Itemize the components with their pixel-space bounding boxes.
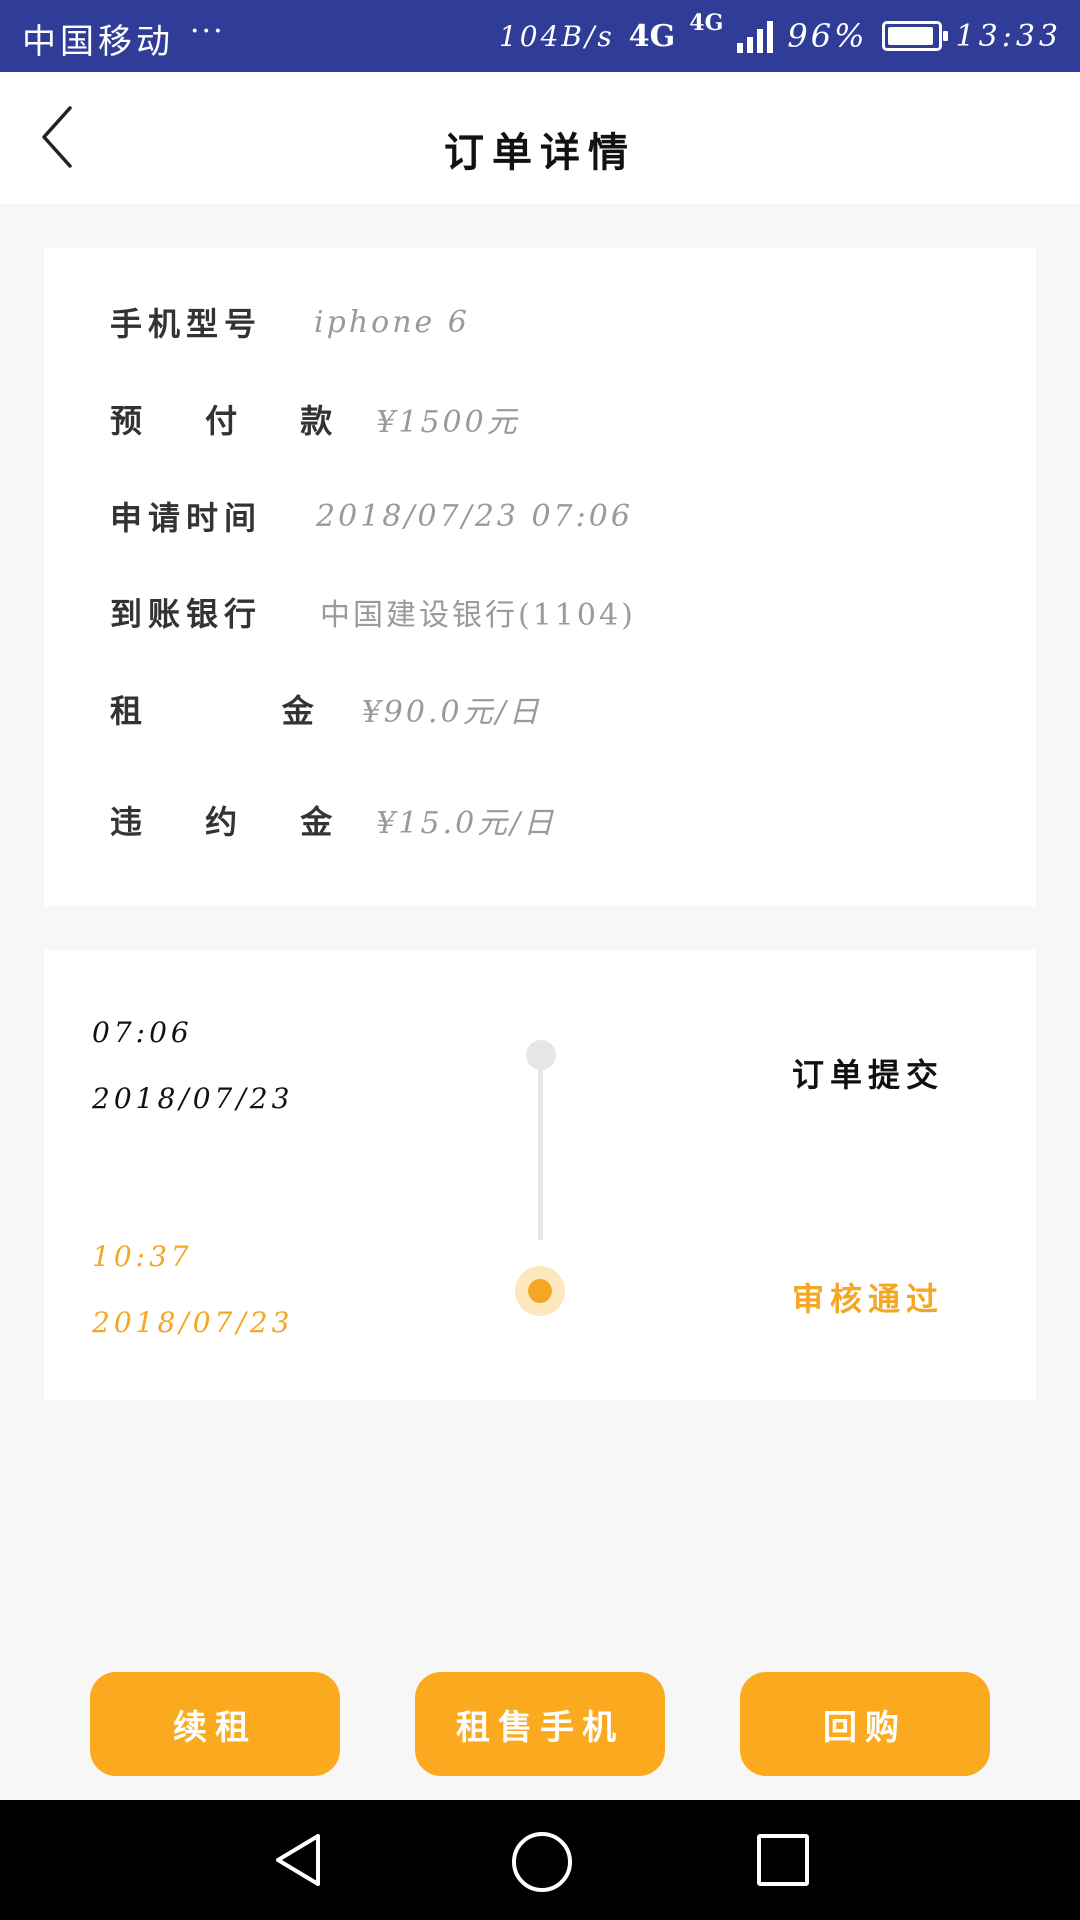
sell-phone-button[interactable]: 租售手机 — [415, 1672, 665, 1776]
info-row-rent: 租 金 ¥90.0元/日 — [110, 685, 542, 733]
status-clock: 13:33 — [955, 18, 1062, 54]
carrier-name: 中国移动 — [22, 22, 174, 62]
info-value: iphone 6 — [314, 304, 470, 340]
system-nav-bar — [0, 1800, 1080, 1920]
net-speed: 104B/s — [498, 19, 615, 53]
timeline-dot-core — [528, 1279, 552, 1303]
notification-dots: ··· — [190, 14, 225, 49]
circle-home-icon[interactable] — [512, 1832, 572, 1892]
timeline-line — [538, 1054, 543, 1240]
battery-icon — [881, 21, 948, 51]
battery-fill — [887, 27, 934, 45]
triangle-back-icon[interactable] — [270, 1830, 330, 1890]
info-row-prepayment: 预 付 款 ¥1500元 — [110, 395, 520, 443]
network-type-secondary: 4G — [689, 10, 724, 36]
info-label: 违 约 金 — [110, 803, 359, 841]
info-label: 到账银行 — [110, 595, 263, 633]
square-recent-icon[interactable] — [757, 1834, 809, 1886]
info-value: 中国建设银行(1104) — [320, 598, 636, 633]
info-row-bank: 到账银行 中国建设银行(1104) — [110, 588, 636, 636]
info-value: ¥1500元 — [376, 405, 520, 440]
status-bar: 中国移动 ··· 104B/s 4G 4G 96% 13:33 — [0, 0, 1080, 72]
timeline-time: 10:37 — [92, 1240, 193, 1273]
network-type: 4G — [628, 18, 676, 54]
timeline-status: 订单提交 — [791, 1056, 944, 1094]
info-value: ¥15.0元/日 — [376, 806, 557, 841]
info-label: 申请时间 — [110, 499, 263, 537]
status-right: 104B/s 4G 4G 96% 13:33 — [499, 0, 1062, 72]
info-value: ¥90.0元/日 — [361, 695, 542, 730]
renew-button[interactable]: 续租 — [90, 1672, 340, 1776]
app-header: 订单详情 — [0, 72, 1080, 204]
timeline-date: 2018/07/23 — [92, 1082, 294, 1115]
signal-icon — [737, 19, 774, 53]
battery-percent: 96% — [787, 17, 868, 55]
info-row-phone-model: 手机型号 iphone 6 — [110, 298, 470, 346]
timeline-time: 07:06 — [92, 1016, 193, 1049]
page-title: 订单详情 — [444, 129, 636, 176]
info-row-apply-time: 申请时间 2018/07/23 07:06 — [110, 492, 633, 540]
buyback-button[interactable]: 回购 — [740, 1672, 990, 1776]
info-row-penalty: 违 约 金 ¥15.0元/日 — [110, 796, 556, 844]
info-label: 租 金 — [110, 692, 328, 730]
order-timeline-card: 07:06 2018/07/23 订单提交 10:37 2018/07/23 审… — [44, 950, 1036, 1400]
info-label: 预 付 款 — [110, 402, 359, 440]
order-info-card: 手机型号 iphone 6 预 付 款 ¥1500元 申请时间 2018/07/… — [44, 248, 1036, 906]
timeline-dot-active — [515, 1266, 565, 1316]
timeline-status: 审核通过 — [791, 1280, 944, 1318]
timeline-dot-inactive — [526, 1040, 556, 1070]
info-label: 手机型号 — [110, 305, 263, 343]
info-value: 2018/07/23 07:06 — [316, 498, 633, 534]
timeline-date: 2018/07/23 — [92, 1306, 294, 1339]
